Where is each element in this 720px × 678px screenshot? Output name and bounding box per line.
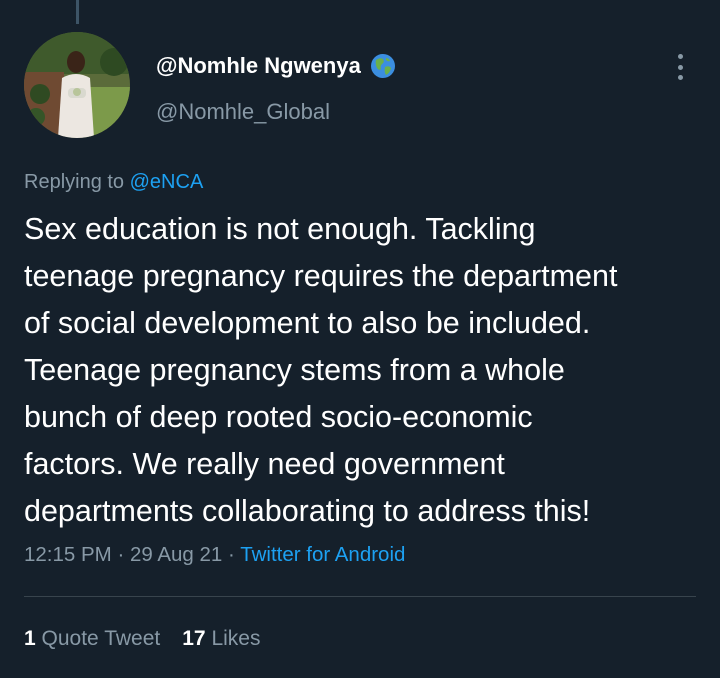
- tweet-text-line: of social development to also be include…: [24, 306, 591, 340]
- tweet-stats: 1 Quote Tweet 17 Likes: [24, 627, 260, 651]
- author-handle[interactable]: @Nomhle_Global: [156, 99, 330, 125]
- quote-tweet-label: Quote Tweet: [41, 627, 161, 650]
- tweet-text-line: departments collaborating to address thi…: [24, 494, 591, 528]
- more-options-icon[interactable]: [668, 50, 692, 84]
- tweet-text-line: Teenage pregnancy stems from a whole: [24, 353, 565, 387]
- globe-earth-americas-icon: [369, 52, 397, 80]
- quote-tweet-count: 1: [24, 627, 36, 650]
- author-name-row: @Nomhle Ngwenya: [156, 52, 397, 80]
- likes-stat[interactable]: 17 Likes: [182, 627, 260, 651]
- tweet-date[interactable]: 29 Aug 21: [130, 543, 222, 566]
- meta-separator: ·: [117, 543, 125, 566]
- quote-tweets-stat[interactable]: 1 Quote Tweet: [24, 627, 160, 651]
- avatar[interactable]: [24, 32, 130, 138]
- more-dot: [677, 75, 683, 80]
- tweet-text: Sex education is not enough. Tackling te…: [24, 206, 704, 535]
- tweet-text-line: Sex education is not enough. Tackling: [24, 212, 536, 246]
- tweet-text-line: bunch of deep rooted socio-economic: [24, 400, 533, 434]
- tweet-text-line: teenage pregnancy requires the departmen…: [24, 259, 618, 293]
- meta-separator: ·: [228, 543, 235, 566]
- avatar-photo: [24, 32, 130, 138]
- author-display-name[interactable]: @Nomhle Ngwenya: [156, 53, 361, 79]
- likes-count: 17: [182, 627, 206, 650]
- tweet-time[interactable]: 12:15 PM: [24, 543, 112, 566]
- tweet-metadata: 12:15 PM · 29 Aug 21 · Twitter for Andro…: [24, 543, 405, 567]
- tweet-source-link[interactable]: Twitter for Android: [240, 543, 405, 566]
- thread-connector-line: [76, 0, 79, 24]
- divider: [24, 596, 696, 597]
- reply-mention-link[interactable]: @eNCA: [130, 171, 204, 193]
- more-dot: [677, 54, 683, 59]
- more-dot: [677, 64, 683, 70]
- tweet-text-line: factors. We really need government: [24, 447, 505, 481]
- replying-to-label: Replying to: [24, 171, 125, 193]
- likes-label: Likes: [211, 627, 261, 650]
- replying-to: Replying to @eNCA: [24, 171, 203, 194]
